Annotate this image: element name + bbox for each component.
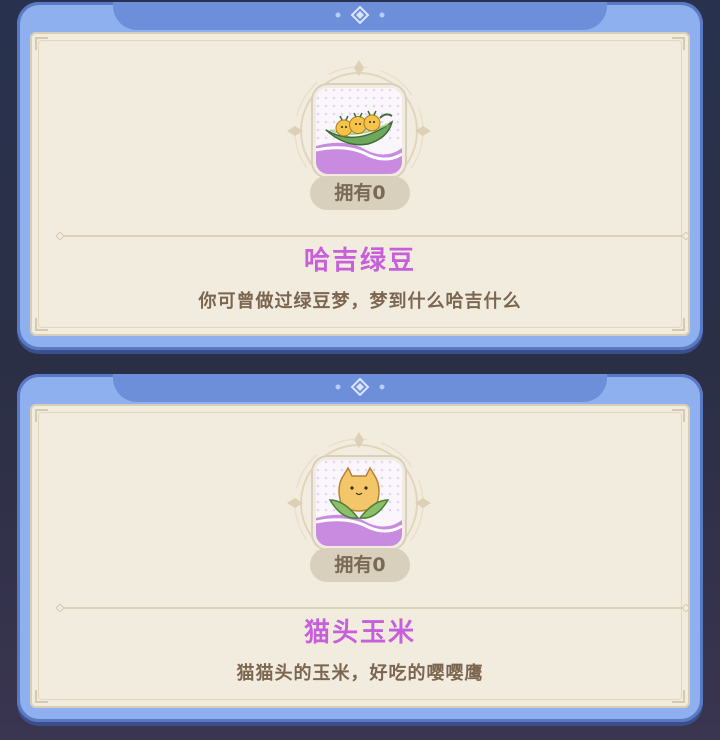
- divider: [56, 604, 690, 612]
- item-description: 猫猫头的玉米，好吃的嘤嘤鹰: [236, 663, 484, 684]
- owned-count-badge: 拥有0: [310, 176, 410, 210]
- item-name: 猫头玉米: [303, 618, 416, 648]
- ornament-icon: [335, 378, 385, 396]
- item-card-1[interactable]: 拥有0 哈吉绿豆 你可曾做过绿豆梦，梦到什么哈吉什么: [17, 2, 703, 350]
- item-panel: 拥有0 猫头玉米 猫猫头的玉米，好吃的嘤嘤鹰: [30, 404, 690, 708]
- item-panel: 拥有0 哈吉绿豆 你可曾做过绿豆梦，梦到什么哈吉什么: [30, 32, 690, 336]
- cat-head-corn-icon: [316, 460, 402, 546]
- item-description: 你可曾做过绿豆梦，梦到什么哈吉什么: [198, 291, 522, 312]
- pea-pod-chicks-icon: [316, 88, 402, 174]
- card-header-tab: [113, 374, 607, 402]
- card-header-tab: [113, 2, 607, 30]
- ornament-icon: [335, 6, 385, 24]
- owned-count-badge: 拥有0: [310, 548, 410, 582]
- divider: [56, 232, 690, 240]
- item-card-2[interactable]: 拥有0 猫头玉米 猫猫头的玉米，好吃的嘤嘤鹰: [17, 374, 703, 722]
- item-name: 哈吉绿豆: [303, 246, 416, 276]
